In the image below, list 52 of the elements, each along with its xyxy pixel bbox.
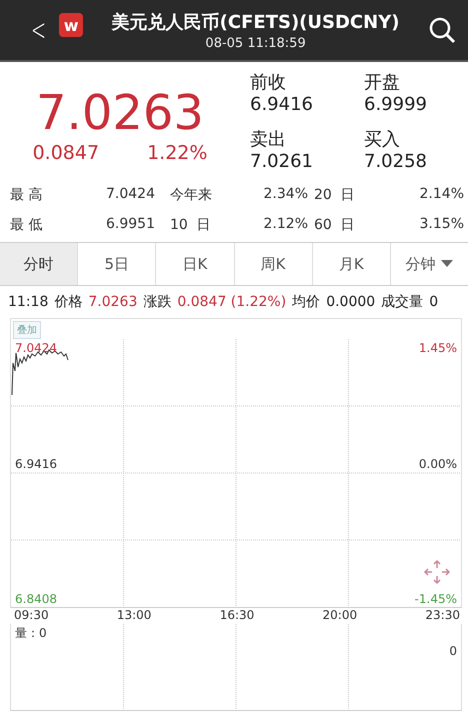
stat-label: 最 低 (10, 216, 44, 234)
time-label: 13:00 (116, 608, 152, 624)
axis-label: 1.45% (418, 341, 457, 355)
axis-label: 7.0424 (15, 341, 57, 355)
update-time: 08-05 11:18:59 (205, 36, 306, 50)
axis-label: -1.45% (414, 592, 457, 606)
field-label: 买入 (364, 129, 401, 151)
field-value: 7.0261 (250, 151, 314, 173)
stat-value: 7.0424 (106, 186, 156, 204)
stat-label: 60 日 (314, 216, 356, 234)
axis-label: 6.9416 (15, 457, 57, 471)
stat-value: 2.34% (262, 186, 308, 204)
info-value: 0.0847 (1.22%) (177, 294, 286, 310)
app-logo: w (59, 13, 84, 37)
info-value: 0 (429, 294, 438, 310)
back-button[interactable]: < (31, 12, 46, 48)
expand-icon[interactable] (423, 559, 451, 585)
time-label: 09:30 (14, 608, 49, 624)
stat-label: 最 高 (10, 186, 44, 205)
info-value: 7.0263 (88, 294, 138, 310)
info-value: 0.0000 (326, 294, 376, 310)
stat-value: 3.15% (418, 216, 464, 234)
quote-time: 11:18 (8, 294, 48, 310)
info-label: 涨跌 (143, 293, 172, 311)
field-label: 卖出 (250, 129, 287, 151)
field-value: 6.9999 (364, 94, 428, 116)
stat-value: 2.12% (262, 216, 308, 234)
stat-label: 10 日 (170, 216, 212, 234)
info-label: 成交量 (381, 293, 424, 311)
stat-label: 今年来 (170, 186, 213, 205)
field-label: 前收 (250, 72, 287, 94)
field-label: 开盘 (364, 72, 401, 94)
stat-value: 6.9951 (106, 216, 156, 234)
percent-change: 1.22% (147, 142, 208, 164)
info-label: 价格 (54, 293, 82, 311)
current-price: 7.0263 (36, 84, 204, 142)
stat-label: 20 日 (314, 186, 356, 205)
info-label: 均价 (292, 293, 320, 311)
axis-label: 6.8408 (15, 592, 57, 606)
field-value: 7.0258 (364, 151, 428, 173)
stat-value: 2.14% (418, 186, 464, 204)
volume-label: 量：0 (15, 625, 47, 642)
volume-max: 0 (449, 644, 457, 658)
time-label: 16:30 (220, 608, 254, 624)
chart-tab[interactable]: 分时 (0, 243, 78, 285)
time-label: 23:30 (425, 608, 460, 624)
search-icon[interactable] (428, 16, 456, 44)
axis-label: 0.00% (418, 457, 457, 471)
price-change: 0.0847 (32, 142, 100, 164)
window-title: 美元兑人民币(CFETS)(USDCNY) (112, 10, 400, 34)
time-label: 20:00 (322, 608, 358, 624)
field-value: 6.9416 (250, 94, 314, 116)
